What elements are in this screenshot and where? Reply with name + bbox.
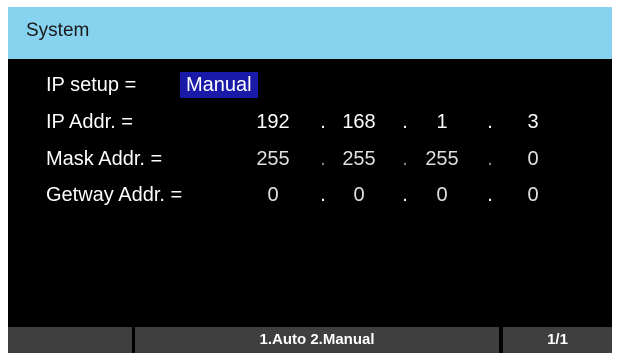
- mask-addr-label: Mask Addr. =: [46, 148, 163, 170]
- mask-addr-octet-2[interactable]: 255: [329, 148, 389, 171]
- softkey-2-mode-select[interactable]: 1.Auto 2.Manual: [135, 327, 499, 353]
- ip-addr-separator: .: [487, 111, 493, 133]
- mask-addr-separator: .: [487, 148, 493, 170]
- ip-setup-value-field[interactable]: Manual: [180, 72, 258, 98]
- mask-addr-separator: .: [402, 148, 408, 170]
- getway-addr-separator: .: [402, 184, 408, 206]
- getway-addr-octet-4[interactable]: 0: [503, 184, 563, 207]
- ip-addr-label: IP Addr. =: [46, 111, 133, 133]
- title-bar: System: [8, 7, 612, 59]
- getway-addr-octet-2[interactable]: 0: [329, 184, 389, 207]
- ip-addr-octet-4[interactable]: 3: [503, 111, 563, 134]
- ip-addr-separator: .: [402, 111, 408, 133]
- ip-setup-label: IP setup =: [46, 74, 137, 96]
- softkey-bar: 1.Auto 2.Manual 1/1: [8, 327, 612, 353]
- softkey-1[interactable]: [8, 327, 132, 353]
- getway-addr-separator: .: [487, 184, 493, 206]
- device-screen: System IP setup = Manual IP Addr. = 192 …: [8, 7, 612, 353]
- mask-addr-octet-3[interactable]: 255: [412, 148, 472, 171]
- getway-addr-octet-1[interactable]: 0: [243, 184, 303, 207]
- ip-addr-separator: .: [320, 111, 326, 133]
- mask-addr-octet-1[interactable]: 255: [243, 148, 303, 171]
- softkey-3-page-indicator[interactable]: 1/1: [503, 327, 612, 353]
- window-title: System: [26, 20, 90, 41]
- ip-addr-octet-2[interactable]: 168: [329, 111, 389, 134]
- getway-addr-label: Getway Addr. =: [46, 184, 183, 206]
- mask-addr-octet-4[interactable]: 0: [503, 148, 563, 171]
- ip-addr-octet-3[interactable]: 1: [412, 111, 472, 134]
- ip-addr-octet-1[interactable]: 192: [243, 111, 303, 134]
- getway-addr-separator: .: [320, 184, 326, 206]
- mask-addr-separator: .: [320, 148, 326, 170]
- getway-addr-octet-3[interactable]: 0: [412, 184, 472, 207]
